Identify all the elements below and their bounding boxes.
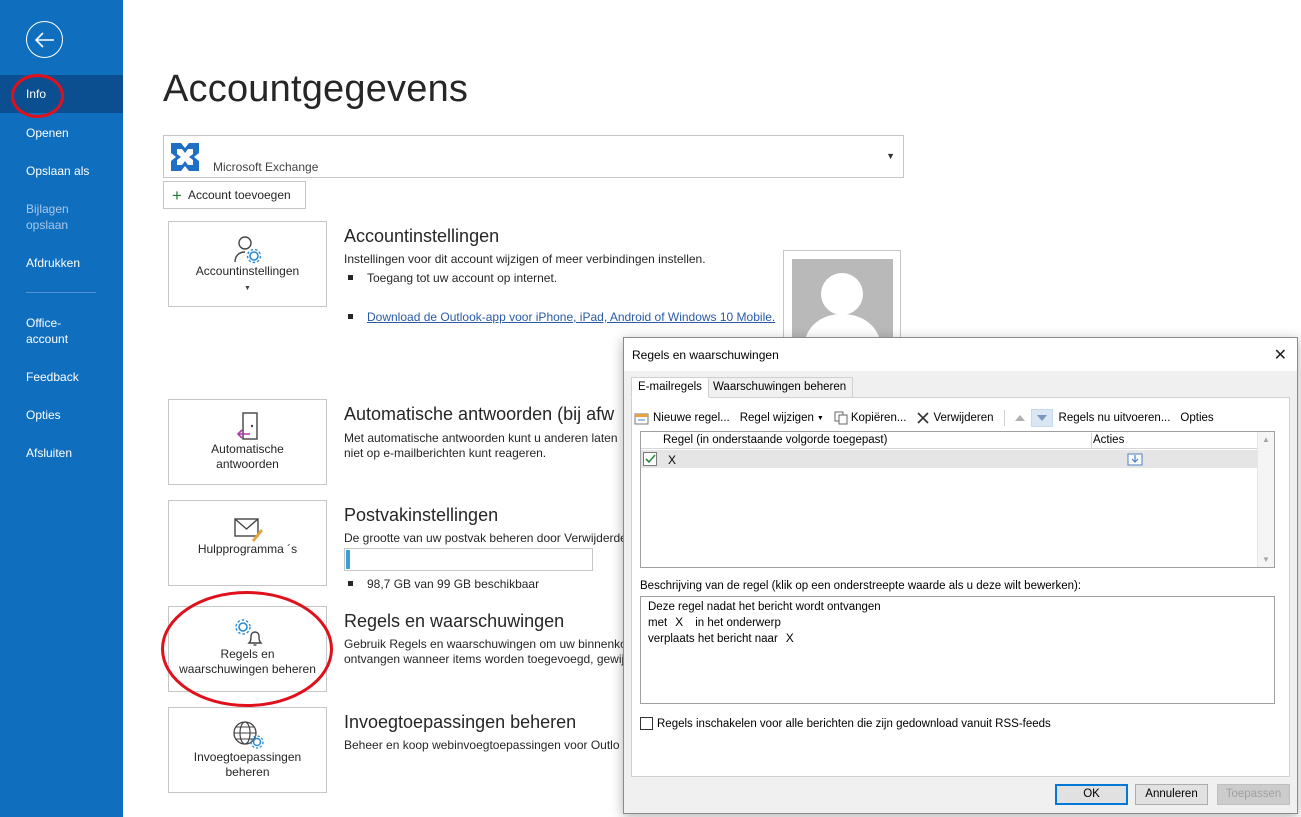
new-rule-icon: [634, 413, 649, 425]
chevron-down-icon: ▼: [244, 285, 251, 292]
section-text-account-settings: Instellingen voor dit account wijzigen o…: [344, 252, 706, 266]
chevron-down-icon: ▼: [886, 151, 895, 161]
rss-rules-checkbox[interactable]: [640, 717, 653, 730]
mailbox-quota-text: 98,7 GB van 99 GB beschikbaar: [348, 577, 539, 591]
folder-value-link[interactable]: X: [786, 631, 794, 646]
rule-description-box: Deze regel nadat het bericht wordt ontva…: [640, 596, 1275, 704]
account-name: Microsoft Exchange: [213, 160, 319, 174]
ok-button[interactable]: OK: [1055, 784, 1128, 805]
section-title-account-settings: Accountinstellingen: [344, 226, 500, 246]
options-button[interactable]: Opties: [1180, 412, 1213, 424]
section-title-auto-reply: Automatische antwoorden (bij afw: [344, 404, 615, 424]
account-settings-tile[interactable]: Accountinstellingen ▼: [168, 221, 327, 307]
subject-value-link[interactable]: X: [675, 615, 683, 630]
account-dropdown[interactable]: Microsoft Exchange ▼: [163, 135, 904, 178]
nav-exit[interactable]: Afsluiten: [0, 445, 123, 461]
red-annotation-circle-info: [11, 74, 64, 118]
rules-list[interactable]: Regel (in onderstaande volgorde toegepas…: [640, 431, 1275, 568]
section-text-rules-1: Gebruik Regels en waarschuwingen om uw b…: [344, 637, 627, 651]
nav-office-account[interactable]: Office-account: [0, 315, 90, 347]
rule-name: X: [668, 453, 677, 467]
back-arrow-icon: [34, 31, 54, 48]
bullet-download-app: Download de Outlook-app voor iPhone, iPa…: [348, 310, 775, 324]
copy-rule-button[interactable]: Kopiëren...: [834, 411, 906, 425]
column-header-rule[interactable]: Regel (in onderstaande volgorde toegepas…: [663, 434, 887, 446]
delete-rule-button[interactable]: Verwijderen: [916, 411, 994, 425]
page-title: Accountgegevens: [163, 68, 469, 110]
rules-list-header: Regel (in onderstaande volgorde toegepas…: [641, 432, 1258, 449]
outlook-backstage: Info Openen Opslaan als Bijlagen opslaan…: [0, 0, 1301, 817]
bullet-web-access: Toegang tot uw account op internet.: [348, 271, 557, 285]
nav-save-as[interactable]: Opslaan als: [0, 163, 123, 179]
rules-alerts-dialog: Regels en waarschuwingen ✕ E-mailregels …: [623, 337, 1298, 814]
tab-email-rules[interactable]: E-mailregels: [631, 377, 709, 398]
section-title-rules: Regels en waarschuwingen: [344, 611, 565, 631]
description-line-3: verplaats het bericht naar X: [648, 631, 794, 646]
section-text-mailbox: De grootte van uw postvak beheren door V…: [344, 531, 627, 545]
rules-list-scrollbar[interactable]: ▲ ▼: [1257, 432, 1274, 567]
new-rule-button[interactable]: Nieuwe regel...: [634, 411, 730, 425]
person-silhouette-icon: [805, 273, 880, 339]
addins-icon: [232, 721, 264, 749]
cancel-button[interactable]: Annuleren: [1135, 784, 1208, 805]
move-down-icon: [1036, 415, 1047, 421]
apply-button[interactable]: Toepassen: [1217, 784, 1290, 805]
avatar[interactable]: [783, 250, 901, 340]
red-annotation-circle-rules: [161, 591, 333, 707]
nav-options[interactable]: Opties: [0, 407, 123, 423]
column-separator: [1091, 433, 1092, 448]
add-account-button[interactable]: + Account toevoegen: [163, 181, 306, 209]
plus-icon: +: [172, 185, 182, 205]
tab-manage-alerts[interactable]: Waarschuwingen beheren: [706, 377, 854, 398]
section-text-auto-reply-1: Met automatische antwoorden kunt u ander…: [344, 431, 618, 445]
scroll-up-icon: ▲: [1262, 435, 1270, 444]
scroll-down-icon: ▼: [1262, 555, 1270, 564]
description-line-2: met Xin het onderwerp: [648, 615, 781, 630]
section-text-auto-reply-2: niet op e-mailberichten kunt reageren.: [344, 446, 547, 460]
dialog-titlebar: Regels en waarschuwingen ✕: [624, 338, 1297, 371]
section-title-addins: Invoegtoepassingen beheren: [344, 712, 577, 732]
nav-open[interactable]: Openen: [0, 125, 123, 141]
delete-x-icon: [917, 412, 930, 424]
account-settings-icon: [233, 236, 261, 264]
rule-description-label: Beschrijving van de regel (klik op een o…: [640, 580, 1082, 592]
table-row[interactable]: X: [641, 450, 1258, 468]
section-title-mailbox: Postvakinstellingen: [344, 505, 499, 525]
tools-icon: [233, 518, 263, 542]
backstage-sidebar: Info Openen Opslaan als Bijlagen opslaan…: [0, 0, 123, 817]
toolbar-separator: [1003, 410, 1005, 426]
close-icon[interactable]: ✕: [1274, 345, 1287, 365]
column-header-actions[interactable]: Acties: [1093, 434, 1124, 446]
tools-tile[interactable]: Hulpprogramma ´s: [168, 500, 327, 586]
nav-feedback[interactable]: Feedback: [0, 369, 123, 385]
mailbox-quota-fill: [346, 550, 350, 569]
nav-print[interactable]: Afdrukken: [0, 255, 123, 271]
change-rule-button[interactable]: Regel wijzigen ▼: [740, 412, 824, 424]
move-to-folder-icon: [1127, 453, 1143, 466]
download-app-link[interactable]: Download de Outlook-app voor iPhone, iPa…: [367, 310, 775, 324]
description-line-1: Deze regel nadat het bericht wordt ontva…: [648, 601, 881, 613]
rss-rules-option[interactable]: Regels inschakelen voor alle berichten d…: [640, 717, 1051, 730]
section-text-addins: Beheer en koop webinvoegtoepassingen voo…: [344, 738, 620, 752]
manage-addins-tile[interactable]: Invoegtoepassingen beheren: [168, 707, 327, 793]
mailbox-quota-bar: [344, 548, 593, 571]
dialog-title: Regels en waarschuwingen: [632, 348, 779, 362]
rule-enabled-checkbox[interactable]: [643, 452, 657, 466]
move-up-icon[interactable]: [1014, 415, 1025, 421]
back-button[interactable]: [26, 21, 63, 58]
run-rules-now-button[interactable]: Regels nu uitvoeren...: [1059, 412, 1171, 424]
section-text-rules-2: ontvangen wanneer items worden toegevoeg…: [344, 652, 625, 666]
move-down-button[interactable]: [1030, 409, 1053, 427]
copy-icon: [834, 411, 848, 425]
rules-toolbar: Nieuwe regel... Regel wijzigen ▼ Kopiëre…: [634, 408, 1224, 428]
auto-reply-icon: [236, 412, 258, 440]
avatar-placeholder: [792, 259, 893, 339]
nav-save-attachments: Bijlagen opslaan: [26, 202, 69, 232]
nav-separator: [26, 292, 96, 293]
chevron-down-icon: ▼: [816, 414, 824, 422]
automatic-replies-tile[interactable]: Automatische antwoorden: [168, 399, 327, 485]
exchange-logo-icon: [171, 143, 199, 171]
checkmark-icon: [645, 454, 656, 464]
